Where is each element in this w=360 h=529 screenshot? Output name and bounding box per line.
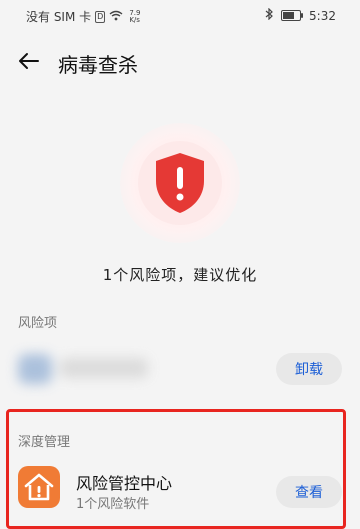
uninstall-button[interactable]: 卸载 xyxy=(276,353,342,385)
shield-alert-icon xyxy=(156,153,204,213)
status-right: 5:32 xyxy=(265,7,336,23)
clock: 5:32 xyxy=(309,8,336,23)
scan-summary: 1个风险项，建议优化 xyxy=(102,266,258,284)
blurred-app-name xyxy=(60,358,148,378)
deep-section-header: 深度管理 xyxy=(18,435,71,450)
risk-control-app-name: 风险管控中心 xyxy=(76,474,173,493)
risk-control-app-icon xyxy=(18,466,60,508)
view-button[interactable]: 查看 xyxy=(276,476,342,508)
blurred-app-info xyxy=(18,350,148,390)
network-speed: 7.9 K/s xyxy=(129,9,140,24)
status-bar: 没有 SIM 卡 D 7.9 K/s 5:32 xyxy=(0,0,360,32)
sim-badge: D xyxy=(95,10,106,23)
battery-icon xyxy=(281,10,304,21)
back-arrow-icon xyxy=(19,53,39,69)
risk-control-app-subtitle: 1个风险软件 xyxy=(76,497,150,512)
network-speed-unit: K/s xyxy=(129,15,140,24)
risk-item-row: 卸载 xyxy=(0,340,360,398)
carrier-text: 没有 SIM 卡 xyxy=(26,10,92,24)
risk-shield-hero xyxy=(120,123,240,243)
app-bar: 病毒查杀 xyxy=(0,40,360,80)
bluetooth-icon xyxy=(265,7,273,23)
blurred-app-icon xyxy=(18,354,52,384)
back-button[interactable] xyxy=(14,46,44,76)
shield-halo xyxy=(138,141,222,225)
house-alert-icon xyxy=(24,473,54,501)
status-left: 没有 SIM 卡 D 7.9 K/s xyxy=(26,8,140,25)
risk-section-header: 风险项 xyxy=(18,316,58,331)
wifi-icon xyxy=(109,10,123,24)
page-title: 病毒查杀 xyxy=(58,53,138,77)
